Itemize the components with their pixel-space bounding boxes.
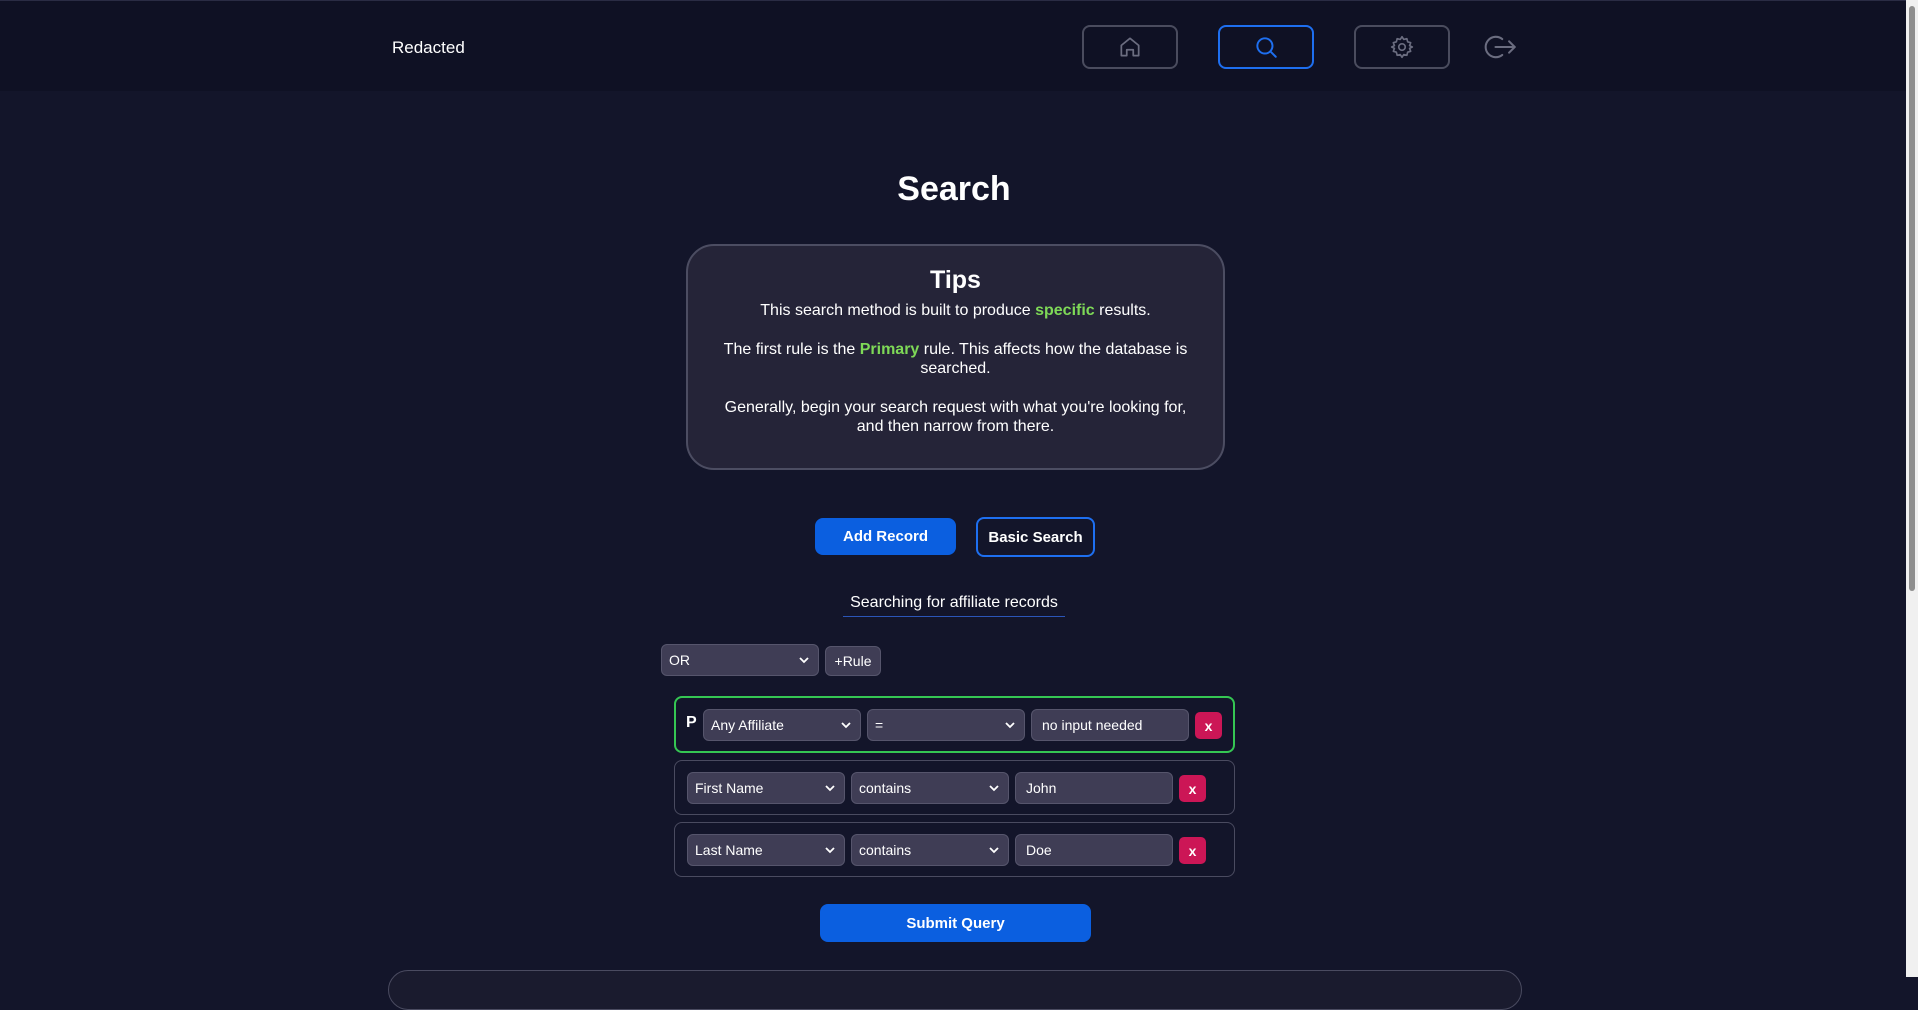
- rule-operator-value: contains: [859, 780, 912, 796]
- primary-marker: P: [686, 714, 697, 731]
- home-icon: [1120, 37, 1140, 57]
- rule-operator-select[interactable]: contains: [851, 834, 1009, 866]
- logout-button[interactable]: [1480, 29, 1520, 65]
- submit-query-button[interactable]: Submit Query: [820, 904, 1091, 942]
- tips-title: Tips: [930, 266, 981, 294]
- delete-rule-button[interactable]: x: [1195, 712, 1222, 739]
- rule-field-value: Any Affiliate: [711, 717, 784, 733]
- rule-operator-select[interactable]: =: [867, 709, 1025, 741]
- page-scrollbar[interactable]: [1906, 0, 1918, 977]
- rule-row: First Name contains John x: [674, 760, 1235, 815]
- nav-settings-button[interactable]: [1354, 25, 1450, 69]
- combinator-select[interactable]: OR: [661, 644, 819, 676]
- tips-line-2: The first rule is the Primary rule. This…: [710, 340, 1201, 378]
- tips-line-1-pre: This search method is built to produce: [760, 302, 1036, 319]
- tips-line-2-pre: The first rule is the: [723, 341, 860, 358]
- tips-line-3: Generally, begin your search request wit…: [724, 399, 1187, 435]
- rule-operator-value: =: [875, 717, 884, 733]
- chevron-down-icon: [989, 847, 999, 854]
- basic-search-button[interactable]: Basic Search: [976, 517, 1095, 557]
- tips-line-1: This search method is built to produce s…: [710, 301, 1201, 320]
- nav-home-button[interactable]: [1082, 25, 1178, 69]
- chevron-down-icon: [825, 785, 835, 792]
- add-rule-button[interactable]: +Rule: [825, 646, 881, 676]
- chevron-down-icon: [799, 657, 809, 664]
- tips-highlight-specific: specific: [1035, 302, 1095, 319]
- search-icon: [1256, 37, 1277, 58]
- tips-line-1-post: results.: [1094, 302, 1151, 319]
- rule-row-primary: P Any Affiliate = no input needed x: [674, 696, 1235, 753]
- results-panel: [388, 970, 1522, 1010]
- tips-highlight-primary: Primary: [859, 341, 920, 358]
- rule-field-select[interactable]: Last Name: [687, 834, 845, 866]
- add-record-button[interactable]: Add Record: [815, 518, 956, 555]
- delete-rule-button[interactable]: x: [1179, 837, 1206, 864]
- combinator-value: OR: [669, 652, 690, 668]
- chevron-down-icon: [989, 785, 999, 792]
- rule-value-input[interactable]: no input needed: [1031, 709, 1189, 741]
- rule-operator-select[interactable]: contains: [851, 772, 1009, 804]
- rule-operator-value: contains: [859, 842, 912, 858]
- tips-line-2-post: rule. This affects how the database is s…: [919, 341, 1188, 377]
- delete-rule-button[interactable]: x: [1179, 775, 1206, 802]
- rule-field-value: First Name: [695, 780, 764, 796]
- tips-card: Tips This search method is built to prod…: [686, 244, 1225, 470]
- nav-search-button[interactable]: [1218, 25, 1314, 69]
- rule-value-text: no input needed: [1042, 717, 1143, 733]
- rule-row: Last Name contains Doe x: [674, 822, 1235, 877]
- rule-value-input[interactable]: John: [1015, 772, 1173, 804]
- rule-value-text: John: [1026, 780, 1057, 796]
- scrollbar-thumb[interactable]: [1909, 6, 1915, 591]
- rule-field-select[interactable]: First Name: [687, 772, 845, 804]
- page-title: Search: [897, 170, 1011, 208]
- chevron-down-icon: [825, 847, 835, 854]
- rule-value-text: Doe: [1026, 842, 1052, 858]
- logout-icon: [1484, 35, 1516, 59]
- top-bar: Redacted: [0, 0, 1906, 91]
- rule-field-select[interactable]: Any Affiliate: [703, 709, 861, 741]
- rule-value-input[interactable]: Doe: [1015, 834, 1173, 866]
- gear-icon: [1390, 35, 1414, 59]
- brand-name[interactable]: Redacted: [392, 38, 465, 58]
- chevron-down-icon: [841, 722, 851, 729]
- rule-field-value: Last Name: [695, 842, 763, 858]
- searching-label: Searching for affiliate records: [843, 594, 1065, 617]
- chevron-down-icon: [1005, 722, 1015, 729]
